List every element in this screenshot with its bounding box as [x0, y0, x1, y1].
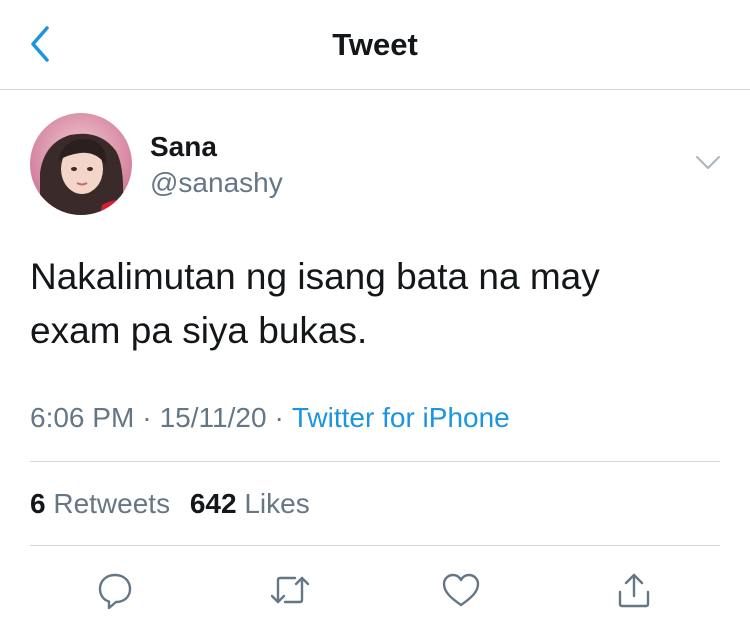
tweet-date: 15/11/20 [159, 402, 267, 433]
retweets-label[interactable]: Retweets [53, 488, 170, 519]
divider [30, 545, 720, 546]
meta-separator: · [142, 402, 152, 433]
divider [30, 461, 720, 462]
author-handle[interactable]: @sanashy [150, 167, 283, 199]
likes-label[interactable]: Likes [244, 488, 309, 519]
retweets-count[interactable]: 6 [30, 488, 46, 519]
tweet-source-link[interactable]: Twitter for iPhone [292, 402, 510, 433]
like-button[interactable] [439, 568, 483, 612]
share-button[interactable] [612, 568, 656, 612]
share-icon [618, 573, 650, 608]
tweet-stats: 6 Retweets 642 Likes [30, 488, 310, 520]
reply-icon [98, 573, 132, 610]
like-heart-icon [442, 573, 480, 607]
author-name[interactable]: Sana [150, 131, 217, 163]
retweet-button[interactable] [268, 568, 312, 612]
likes-count[interactable]: 642 [190, 488, 237, 519]
tweet-options-button[interactable] [690, 148, 726, 178]
avatar-photo [30, 113, 132, 215]
meta-separator: · [274, 402, 284, 433]
reply-button[interactable] [93, 568, 137, 612]
tweet-text: Nakalimutan ng isang bata na may exam pa… [30, 256, 600, 351]
tweet-time: 6:06 PM [30, 402, 135, 433]
avatar[interactable] [30, 113, 132, 215]
retweet-icon [270, 576, 310, 604]
tweet-meta: 6:06 PM · 15/11/20 · Twitter for iPhone [30, 402, 510, 434]
nav-bar: Tweet [0, 0, 750, 90]
chevron-down-icon [695, 155, 721, 170]
page-title: Tweet [332, 27, 418, 62]
